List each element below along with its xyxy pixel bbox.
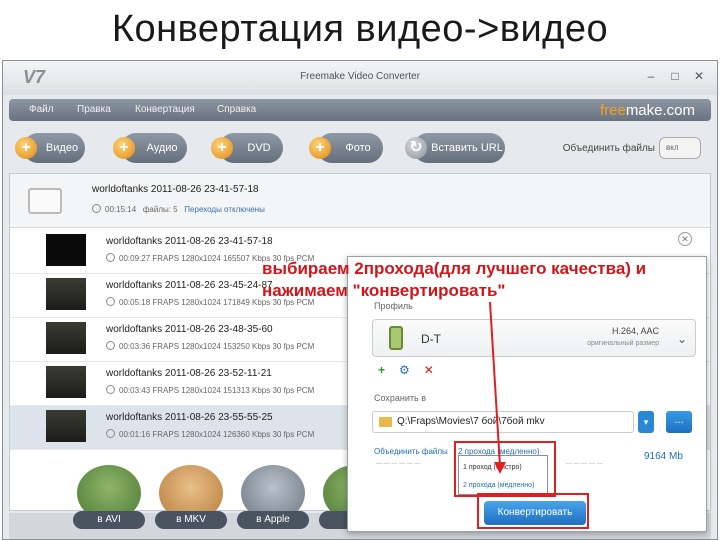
- profile-select[interactable]: D-T H.264, AAC оригинальный размер ⌄: [372, 319, 696, 357]
- clock-icon: [106, 385, 115, 394]
- to-apple-label: в Apple: [237, 511, 309, 529]
- close-panel-icon[interactable]: ✕: [678, 232, 692, 246]
- minimize-button[interactable]: –: [643, 69, 659, 83]
- group-meta: 00:15:14 файлы: 5 Переходы отключены: [92, 204, 265, 214]
- link-icon: ↻: [405, 137, 427, 159]
- disc-stack-icon: [28, 188, 62, 214]
- info-text: — — — — — —: [376, 461, 421, 467]
- row-name: worldoftanks 2011-08-26 23-41-57-18: [106, 236, 273, 247]
- merge-files-label: Объединить файлы: [562, 143, 655, 154]
- row-name: worldoftanks 2011-08-26 23-48-35-60: [106, 324, 273, 335]
- brand-part1: free: [599, 102, 626, 119]
- video-thumbnail: [46, 366, 86, 398]
- row-meta-text: 00:01:16 FRAPS 1280x1024 126360 Kbps 30 …: [119, 430, 315, 439]
- paste-url-button[interactable]: ↻ Вставить URL: [405, 133, 505, 163]
- highlight-convert-box: [477, 493, 589, 529]
- slide-title: Конвертация видео->видео: [111, 8, 609, 50]
- video-thumbnail: [46, 278, 86, 310]
- to-avi-button[interactable]: в AVI: [73, 465, 145, 535]
- video-thumbnail: [46, 322, 86, 354]
- to-apple-button[interactable]: в Apple: [237, 465, 309, 535]
- row-meta: 00:01:16 FRAPS 1280x1024 126360 Kbps 30 …: [106, 429, 314, 439]
- clock-icon: [106, 429, 115, 438]
- menu-bar: Файл Правка Конвертация Справка freemake…: [9, 99, 711, 121]
- save-path-value: Q:\Fraps\Movies\7 бой\7бой mkv: [397, 416, 545, 427]
- title-bar: V7 Freemake Video Converter – □ ✕: [3, 61, 717, 95]
- to-mkv-button[interactable]: в MKV: [155, 465, 227, 535]
- brand-logo[interactable]: freemake.com: [600, 102, 695, 119]
- browse-button[interactable]: ...: [666, 411, 692, 433]
- add-dvd-label: DVD: [247, 142, 271, 154]
- profile-name: D-T: [421, 332, 441, 346]
- row-name: worldoftanks 2011-08-26 23-52-11-21: [106, 368, 272, 379]
- phone-icon: [389, 326, 403, 350]
- to-mkv-label: в MKV: [155, 511, 227, 529]
- maximize-button[interactable]: □: [667, 69, 683, 83]
- menu-help[interactable]: Справка: [217, 104, 256, 115]
- estimated-size: 9164 Mb: [644, 451, 683, 462]
- menu-edit[interactable]: Правка: [77, 104, 111, 115]
- paste-url-label: Вставить URL: [431, 142, 503, 154]
- add-profile-icon[interactable]: +: [378, 363, 385, 377]
- video-thumbnail: [46, 234, 86, 266]
- row-name: worldoftanks 2011-08-26 23-45-24-87: [106, 280, 273, 291]
- menu-convert[interactable]: Конвертация: [135, 104, 195, 115]
- row-meta-text: 00:03:36 FRAPS 1280x1024 153250 Kbps 30 …: [119, 342, 315, 351]
- merged-group-row[interactable]: worldoftanks 2011-08-26 23-41-57-18 00:1…: [10, 174, 710, 228]
- profile-label: Профиль: [374, 301, 413, 311]
- clock-icon: [106, 341, 115, 350]
- merge-files-toggle[interactable]: вкл: [659, 137, 701, 159]
- save-path-dropdown[interactable]: ▾: [638, 411, 654, 433]
- gear-icon[interactable]: ⚙: [399, 363, 410, 377]
- add-video-label: Видео: [45, 142, 79, 154]
- delete-icon[interactable]: ✕: [424, 363, 434, 377]
- save-to-label: Сохранить в: [374, 393, 427, 403]
- window-title: Freemake Video Converter: [300, 71, 420, 82]
- group-files: файлы: 5: [142, 205, 178, 214]
- add-video-button[interactable]: + Видео: [15, 133, 85, 163]
- group-name: worldoftanks 2011-08-26 23-41-57-18: [92, 184, 259, 195]
- highlight-pass-box: [454, 441, 556, 497]
- add-audio-label: Аудио: [146, 142, 178, 154]
- window-controls: – □ ✕: [643, 69, 707, 83]
- profile-codec: H.264, AAC: [611, 326, 659, 336]
- clock-icon: [106, 253, 115, 262]
- close-button[interactable]: ✕: [691, 69, 707, 83]
- profile-size: оригинальный размер: [587, 340, 659, 347]
- plus-icon: +: [113, 137, 135, 159]
- save-path-field[interactable]: Q:\Fraps\Movies\7 бой\7бой mkv: [372, 411, 634, 433]
- plus-icon: +: [309, 137, 331, 159]
- group-duration: 00:15:14: [105, 205, 137, 214]
- row-meta-text: 00:03:43 FRAPS 1280x1024 151313 Kbps 30 …: [119, 386, 315, 395]
- row-meta: 00:03:36 FRAPS 1280x1024 153250 Kbps 30 …: [106, 341, 314, 351]
- add-photo-button[interactable]: + Фото: [309, 133, 383, 163]
- plus-icon: +: [211, 137, 233, 159]
- row-name: worldoftanks 2011-08-26 23-55-55-25: [106, 412, 273, 423]
- chevron-down-icon: ⌄: [676, 332, 687, 346]
- group-transitions[interactable]: Переходы отключены: [184, 205, 265, 214]
- folder-icon: [379, 417, 392, 427]
- add-dvd-button[interactable]: + DVD: [211, 133, 283, 163]
- menu-file[interactable]: Файл: [29, 104, 54, 115]
- row-meta: 00:03:43 FRAPS 1280x1024 151313 Kbps 30 …: [106, 385, 314, 395]
- add-audio-button[interactable]: + Аудио: [113, 133, 187, 163]
- to-avi-label: в AVI: [73, 511, 145, 529]
- merge-files-link[interactable]: Объединить файлы: [374, 447, 448, 456]
- toolbar: + Видео + Аудио + DVD + Фото ↻ Вставить URL О…: [9, 129, 711, 169]
- annotation-text: выбираем 2прохода(для лучшего качества) …: [262, 259, 647, 300]
- add-photo-label: Фото: [345, 142, 371, 154]
- video-thumbnail: [46, 410, 86, 442]
- clock-icon: [106, 297, 115, 306]
- clock-icon: [92, 204, 101, 213]
- info-text: — — — — —: [566, 461, 603, 467]
- plus-icon: +: [15, 137, 37, 159]
- brand-part2: make.com: [625, 102, 695, 119]
- profile-tools: + ⚙ ✕: [378, 363, 434, 377]
